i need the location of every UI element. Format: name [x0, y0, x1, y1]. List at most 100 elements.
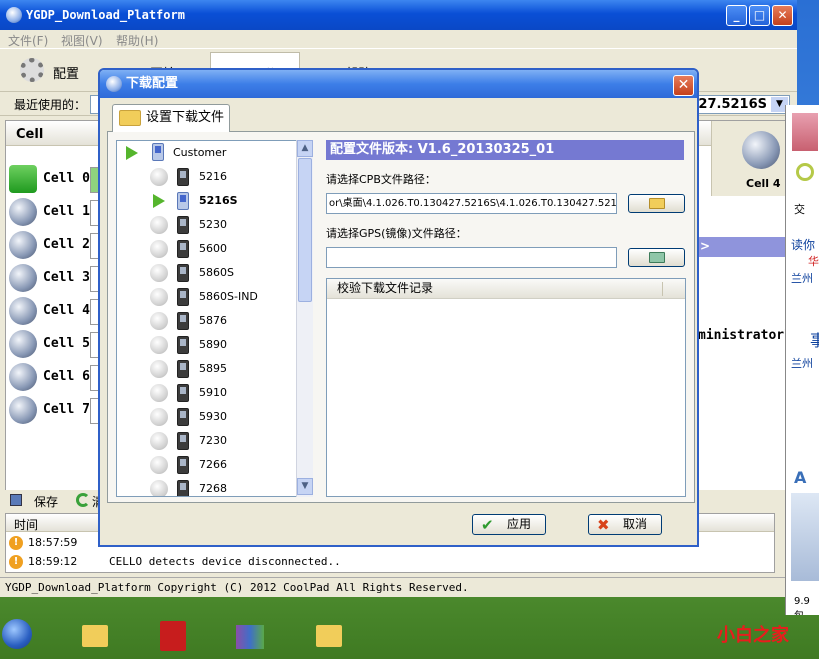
- cell-row-2[interactable]: Cell 2: [6, 229, 106, 262]
- cell-4-tile[interactable]: Cell 4: [711, 121, 790, 196]
- cell-row-5[interactable]: Cell 5: [6, 328, 106, 361]
- log-header-time: 时间: [14, 518, 39, 532]
- cell-label: Cell 2: [43, 237, 90, 252]
- menu-view[interactable]: 视图(V): [61, 32, 103, 49]
- tree-scrollbar[interactable]: ▲ ▼: [296, 140, 313, 497]
- cell-label: Cell 4: [43, 303, 90, 318]
- cell-label: Cell 6: [43, 369, 90, 384]
- dialog-title: 下载配置: [126, 76, 179, 91]
- start-orb-icon[interactable]: [2, 619, 32, 649]
- tree-item[interactable]: 5600: [117, 237, 297, 261]
- status-text: YGDP_Download_Platform Copyright (C) 201…: [5, 581, 469, 594]
- tree-item[interactable]: 5860S-IND: [117, 285, 297, 309]
- cell-4-label: Cell 4: [746, 177, 781, 190]
- gps-path-field[interactable]: [326, 247, 617, 268]
- cell-row-1[interactable]: Cell 1: [6, 196, 106, 229]
- phone-icon: [177, 288, 189, 306]
- config-button[interactable]: 配置: [8, 52, 88, 88]
- phone-icon: [177, 480, 189, 496]
- gps-browse-button[interactable]: [628, 248, 685, 267]
- tree-item-label: 5860S-IND: [199, 290, 258, 303]
- cell-row-3[interactable]: Cell 3: [6, 262, 106, 295]
- tree-item[interactable]: 5230: [117, 213, 297, 237]
- minimize-button[interactable]: _: [726, 5, 747, 26]
- config-label: 配置: [53, 67, 80, 82]
- play-icon: [153, 194, 165, 208]
- phone-icon: [152, 143, 164, 161]
- tree-item[interactable]: 5216: [117, 165, 297, 189]
- scroll-down-icon[interactable]: ▼: [297, 478, 313, 495]
- cpb-path-label: 请选择CPB文件路径：: [326, 173, 436, 186]
- download-config-dialog: 下载配置 ✕ 设置下载文件 Customer 5216 5216S 5230 5…: [98, 68, 699, 547]
- cancel-button[interactable]: ✖ 取消: [588, 514, 662, 535]
- cell-row-4[interactable]: Cell 4: [6, 295, 106, 328]
- globe-icon: [9, 198, 37, 226]
- bullet-icon: [150, 168, 168, 186]
- menu-bar: 文件(F) 视图(V) 帮助(H): [0, 30, 797, 48]
- tree-item-label: 5895: [199, 362, 227, 375]
- tree-item[interactable]: 5910: [117, 381, 297, 405]
- records-header-divider: [662, 282, 663, 296]
- bullet-icon: [150, 240, 168, 258]
- cell-label: Cell 1: [43, 204, 90, 219]
- gear-icon: [20, 58, 44, 82]
- bullet-icon: [150, 288, 168, 306]
- tree-item-label: 5860S: [199, 266, 234, 279]
- bullet-icon: [150, 264, 168, 282]
- bullet-icon: [150, 408, 168, 426]
- globe-icon: [9, 363, 37, 391]
- cell-row-7[interactable]: Cell 7: [6, 394, 106, 427]
- side-item-5: 兰州: [791, 357, 813, 370]
- main-title-bar: YGDP_Download_Platform: [0, 0, 797, 30]
- tree-item[interactable]: 5876: [117, 309, 297, 333]
- desktop-strip: 小白之家: [0, 615, 819, 659]
- warning-icon: !: [9, 555, 23, 569]
- bullet-icon: [150, 480, 168, 496]
- maximize-button[interactable]: □: [749, 5, 770, 26]
- dialog-close-button[interactable]: ✕: [673, 75, 694, 96]
- tree-item[interactable]: 7268: [117, 477, 297, 496]
- phone-icon: [177, 336, 189, 354]
- tree-item-selected[interactable]: 5216S: [117, 189, 297, 213]
- side-thumbnail: [791, 493, 819, 581]
- apply-button[interactable]: ✔ 应用: [472, 514, 546, 535]
- cpb-browse-button[interactable]: [628, 194, 685, 213]
- pdf-icon[interactable]: [160, 621, 186, 651]
- tree-root[interactable]: Customer: [117, 141, 297, 165]
- clear-log-button[interactable]: 清: [74, 492, 104, 510]
- cell-row-0[interactable]: Cell 0: [6, 163, 106, 196]
- save-log-button[interactable]: 保存: [8, 492, 68, 510]
- tree-item[interactable]: 5890: [117, 333, 297, 357]
- phone-icon: [177, 264, 189, 282]
- scroll-up-icon[interactable]: ▲: [297, 140, 313, 157]
- tree-item[interactable]: 5930: [117, 405, 297, 429]
- app-icon: [106, 76, 122, 92]
- table-row: ! 18:59:12 CELLO detects device disconne…: [6, 553, 774, 572]
- phone-icon: [177, 192, 189, 210]
- cpb-path-field[interactable]: or\桌面\4.1.026.T0.130427.5216S\4.1.026.T0…: [326, 193, 617, 214]
- tree-item[interactable]: 7266: [117, 453, 297, 477]
- recent-label: 最近使用的：: [14, 98, 87, 112]
- save-label: 保存: [34, 495, 59, 509]
- menu-help[interactable]: 帮助(H): [116, 32, 158, 49]
- phone-icon: [177, 360, 189, 378]
- folder-icon[interactable]: [316, 625, 342, 647]
- records-header: 校验下载文件记录: [327, 279, 685, 299]
- cell-row-6[interactable]: Cell 6: [6, 361, 106, 394]
- tree-item[interactable]: 7230: [117, 429, 297, 453]
- cell-label: Cell 0: [43, 171, 90, 186]
- folder-icon[interactable]: [82, 625, 108, 647]
- right-window: 交 读你 华 兰州 事 兰州 A 9.9包: [785, 105, 819, 615]
- tab-set-download-files[interactable]: 设置下载文件: [112, 104, 230, 132]
- scroll-thumb[interactable]: [298, 158, 312, 302]
- tree-item-label: 7230: [199, 434, 227, 447]
- close-button[interactable]: ✕: [772, 5, 793, 26]
- bullet-icon: [150, 432, 168, 450]
- tree-item[interactable]: 5860S: [117, 261, 297, 285]
- tree-item[interactable]: 5895: [117, 357, 297, 381]
- archive-icon[interactable]: [236, 625, 264, 649]
- side-text: ministrator\: [698, 328, 792, 343]
- globe-icon: [9, 231, 37, 259]
- tree-item-label: 5876: [199, 314, 227, 327]
- menu-file[interactable]: 文件(F): [8, 32, 48, 49]
